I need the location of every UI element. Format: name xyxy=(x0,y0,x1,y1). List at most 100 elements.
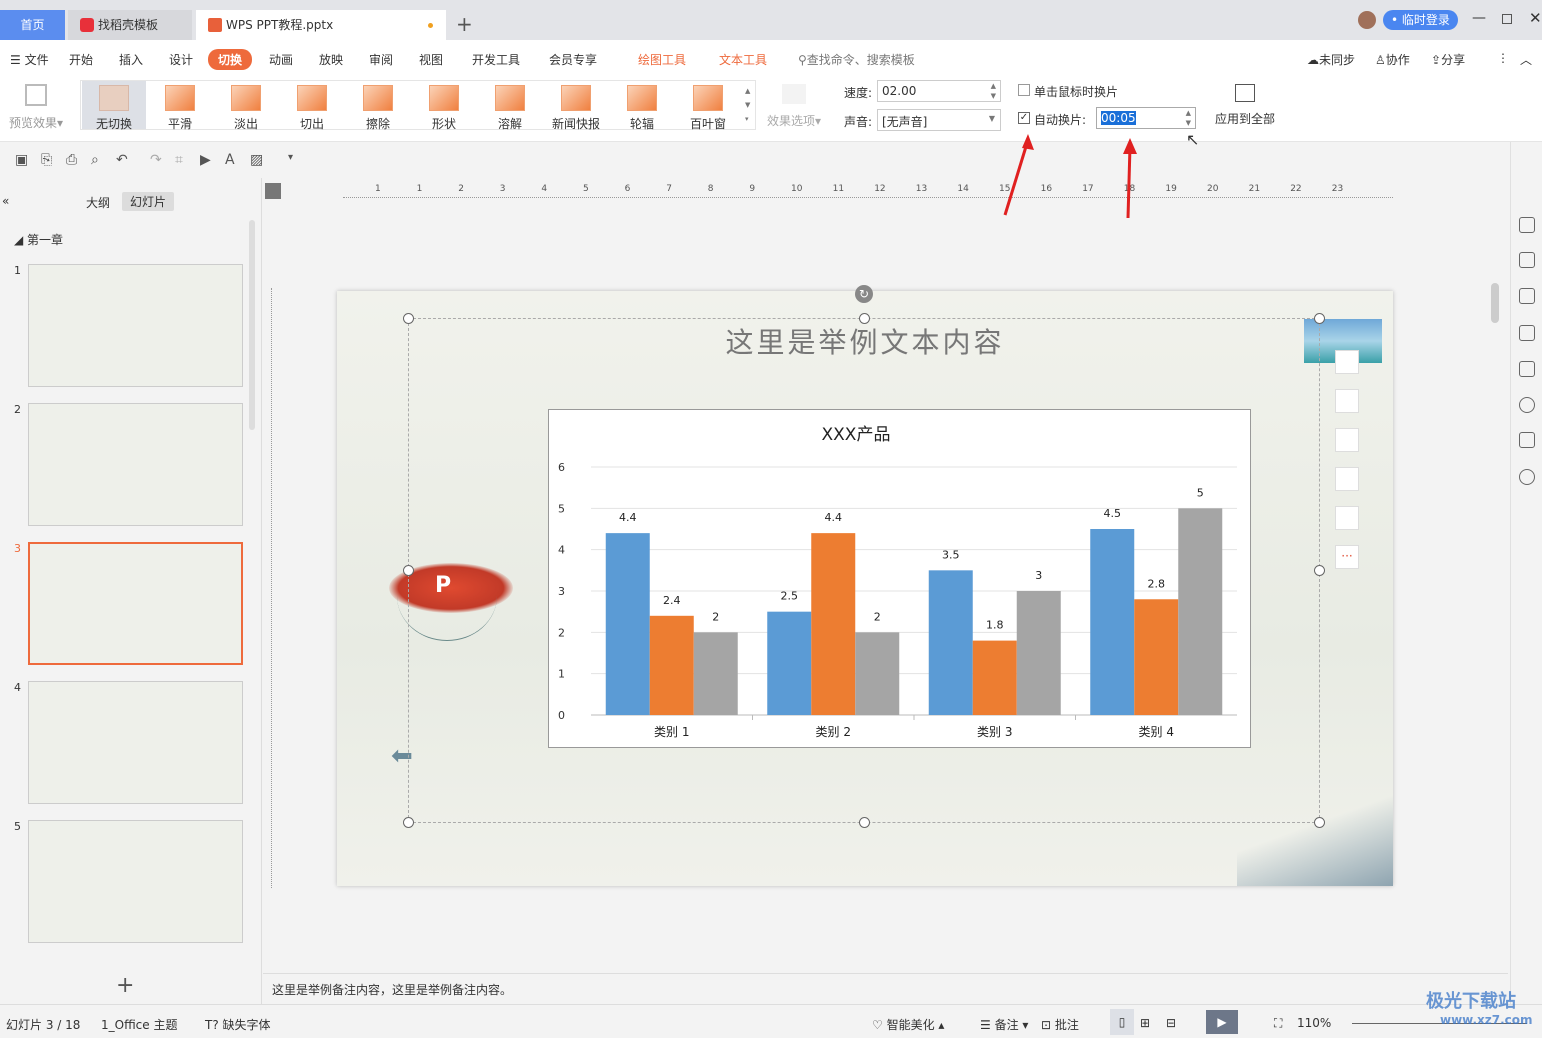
collab-button[interactable]: ♙协作 xyxy=(1375,51,1410,68)
float-more-icon[interactable]: ··· xyxy=(1335,545,1359,569)
menu-slideshow[interactable]: 放映 xyxy=(319,51,343,68)
menu-text-tools[interactable]: 文本工具 xyxy=(719,51,767,68)
search-command[interactable]: ⚲查找命令、搜索模板 xyxy=(798,51,915,68)
textbox-icon[interactable]: A xyxy=(225,152,235,168)
undo-icon[interactable]: ↶ xyxy=(116,152,128,168)
transition-5[interactable]: 形状 xyxy=(412,81,476,131)
menu-view[interactable]: 视图 xyxy=(419,51,443,68)
resize-handle[interactable] xyxy=(403,565,414,576)
add-slide-button[interactable]: + xyxy=(116,973,134,998)
sidebar-settings-icon[interactable] xyxy=(1519,252,1535,268)
transition-3[interactable]: 切出 xyxy=(280,81,344,131)
tab-slides[interactable]: 幻灯片 xyxy=(122,192,175,211)
auto-advance-checkbox[interactable]: ✓ xyxy=(1018,112,1030,124)
gallery-scroll[interactable]: ▲ ▼ ▾ xyxy=(745,84,750,126)
transition-1[interactable]: 平滑 xyxy=(148,81,212,131)
login-button[interactable]: • 临时登录 xyxy=(1383,10,1458,30)
transition-8[interactable]: 轮辐 xyxy=(610,81,674,131)
chart[interactable]: XXX产品 0 1 2 3 4 5 6 4.4 2.4 2 类别 1 2.5 4.4 2 类别 2 3.5 1.8… xyxy=(548,409,1251,748)
menu-animation[interactable]: 动画 xyxy=(269,51,293,68)
fit-window-icon[interactable]: ⛶ xyxy=(1274,1016,1282,1031)
slide-thumbnail[interactable] xyxy=(28,681,243,804)
transition-4[interactable]: 擦除 xyxy=(346,81,410,131)
sidebar-lightning-icon[interactable] xyxy=(1519,397,1535,413)
notes-pane[interactable]: 这里是举例备注内容，这里是举例备注内容。 xyxy=(263,973,1508,1004)
tab-home[interactable]: 首页 xyxy=(0,10,65,40)
menu-developer[interactable]: 开发工具 xyxy=(472,51,520,68)
more-icon[interactable]: ⋮ xyxy=(1497,51,1509,65)
play-slideshow-button[interactable]: ▶ xyxy=(1206,1010,1238,1034)
theme-name[interactable]: 1_Office 主题 xyxy=(101,1016,177,1033)
tab-outline[interactable]: 大纲 xyxy=(86,194,110,211)
menu-member[interactable]: 会员专享 xyxy=(549,51,597,68)
collapse-ribbon-icon[interactable]: ︿ xyxy=(1520,51,1532,68)
transition-9[interactable]: 百叶窗 xyxy=(676,81,740,131)
redo-icon[interactable]: ↷ xyxy=(150,152,162,168)
panel-scrollbar[interactable] xyxy=(249,220,255,430)
resize-handle[interactable] xyxy=(1314,565,1325,576)
float-fill-icon[interactable] xyxy=(1335,428,1359,452)
menu-insert[interactable]: 插入 xyxy=(119,51,143,68)
sidebar-help-icon[interactable] xyxy=(1519,469,1535,485)
save-icon[interactable]: ▣ xyxy=(15,152,28,168)
effect-options-button[interactable]: 效果选项▾ xyxy=(764,84,824,129)
missing-font-button[interactable]: T? 缺失字体 xyxy=(205,1016,271,1033)
spinner-icon[interactable]: ▲ ▼ xyxy=(1186,108,1191,128)
resize-handle[interactable] xyxy=(859,817,870,828)
speed-input[interactable]: 02.00 ▲ ▼ xyxy=(877,80,1001,102)
section-header[interactable]: ◢ 第一章 xyxy=(14,231,63,248)
resize-handle[interactable] xyxy=(859,313,870,324)
preview-effect-button[interactable]: 预览效果▾ xyxy=(6,82,66,131)
float-layers-icon[interactable] xyxy=(1335,350,1359,374)
sorter-view-button[interactable]: ⊞ xyxy=(1140,1016,1150,1030)
transition-7[interactable]: 新闻快报 xyxy=(544,81,608,131)
customize-icon[interactable]: ▾ xyxy=(288,152,293,163)
sidebar-image-icon[interactable] xyxy=(1519,361,1535,377)
sidebar-copy-icon[interactable] xyxy=(1519,325,1535,341)
resize-handle[interactable] xyxy=(1314,313,1325,324)
vertical-scrollbar[interactable] xyxy=(1491,283,1499,323)
apply-all-button[interactable]: 应用到全部 xyxy=(1212,84,1278,127)
sync-button[interactable]: ☁未同步 xyxy=(1307,51,1355,68)
print-icon[interactable]: ⎙ xyxy=(66,152,77,168)
slide-thumbnail[interactable] xyxy=(28,264,243,387)
resize-handle[interactable] xyxy=(1314,817,1325,828)
menu-design[interactable]: 设计 xyxy=(169,51,193,68)
new-tab-button[interactable]: + xyxy=(456,12,473,36)
avatar[interactable] xyxy=(1358,11,1376,29)
float-idea-icon[interactable] xyxy=(1335,506,1359,530)
minimize-button[interactable]: — xyxy=(1472,10,1486,26)
resize-handle[interactable] xyxy=(403,313,414,324)
tab-docer[interactable]: 找稻壳模板 xyxy=(68,10,192,40)
on-click-checkbox[interactable] xyxy=(1018,84,1030,96)
menu-file[interactable]: ☰ 文件 xyxy=(10,51,49,68)
zoom-level[interactable]: 110% xyxy=(1297,1016,1331,1030)
print-preview-icon[interactable]: ⌕ xyxy=(91,152,99,168)
menu-transition[interactable]: 切换 xyxy=(208,49,253,70)
comments-toggle[interactable]: ⊡ 批注 xyxy=(1041,1016,1079,1033)
notes-text[interactable]: 这里是举例备注内容，这里是举例备注内容。 xyxy=(272,981,512,998)
close-button[interactable]: ✕ xyxy=(1529,9,1542,27)
rotate-handle[interactable]: ↻ xyxy=(855,285,873,303)
sidebar-rocket-icon[interactable] xyxy=(1519,217,1535,233)
auto-advance-input[interactable]: 00:05 ▲ ▼ xyxy=(1096,107,1196,129)
transition-2[interactable]: 淡出 xyxy=(214,81,278,131)
float-border-icon[interactable] xyxy=(1335,467,1359,491)
slide-thumbnail[interactable] xyxy=(28,820,243,943)
play-icon[interactable]: ▶ xyxy=(200,152,211,168)
beautify-button[interactable]: ♡ 智能美化 ▴ xyxy=(872,1016,944,1033)
float-pen-icon[interactable] xyxy=(1335,389,1359,413)
notes-toggle[interactable]: ☰ 备注 ▾ xyxy=(980,1016,1028,1033)
menu-start[interactable]: 开始 xyxy=(69,51,93,68)
share-button[interactable]: ⇪分享 xyxy=(1431,51,1465,68)
format-painter-icon[interactable]: ⌗ xyxy=(175,152,183,168)
maximize-button[interactable] xyxy=(1502,14,1512,24)
sidebar-star-icon[interactable] xyxy=(1519,288,1535,304)
slide-thumbnail[interactable] xyxy=(28,403,243,526)
export-icon[interactable]: ⎘ xyxy=(41,152,52,168)
collapse-panel-icon[interactable]: « xyxy=(2,194,9,208)
tab-document[interactable]: WPS PPT教程.pptx xyxy=(196,10,446,40)
image-icon[interactable]: ▨ xyxy=(250,152,263,168)
menu-drawing-tools[interactable]: 绘图工具 xyxy=(638,51,686,68)
sidebar-book-icon[interactable] xyxy=(1519,432,1535,448)
